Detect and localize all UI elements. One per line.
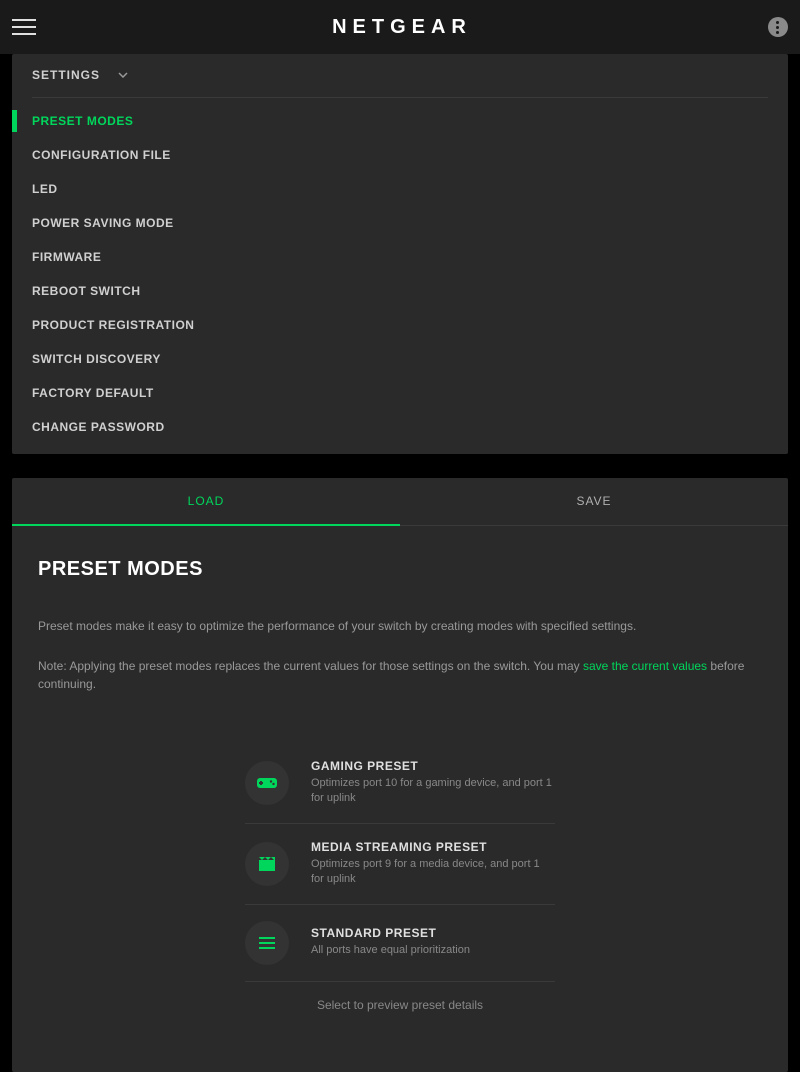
preset-title: GAMING PRESET xyxy=(311,759,555,773)
preset-list: GAMING PRESET Optimizes port 10 for a gam… xyxy=(245,743,555,1012)
preset-footer: Select to preview preset details xyxy=(245,982,555,1012)
nav-item-product-registration[interactable]: PRODUCT REGISTRATION xyxy=(12,308,788,342)
preset-text: MEDIA STREAMING PRESET Optimizes port 9 f… xyxy=(311,840,555,888)
gamepad-icon xyxy=(245,761,289,805)
chevron-down-icon xyxy=(118,70,128,81)
preset-desc: All ports have equal prioritization xyxy=(311,943,555,958)
preset-desc: Optimizes port 10 for a gaming device, a… xyxy=(311,776,555,807)
nav-item-preset-modes[interactable]: PRESET MODES xyxy=(12,104,788,138)
content-panel: LOAD SAVE PRESET MODES Preset modes make… xyxy=(12,478,788,1072)
preset-title: MEDIA STREAMING PRESET xyxy=(311,840,555,854)
app-header: NETGEAR xyxy=(0,0,800,54)
note-prefix: Note: Applying the preset modes replaces… xyxy=(38,659,583,673)
preset-item-media-streaming-preset[interactable]: MEDIA STREAMING PRESET Optimizes port 9 f… xyxy=(245,824,555,905)
preset-text: GAMING PRESET Optimizes port 10 for a gam… xyxy=(311,759,555,807)
note-text: Note: Applying the preset modes replaces… xyxy=(38,657,762,693)
preset-desc: Optimizes port 9 for a media device, and… xyxy=(311,857,555,888)
page-title: PRESET MODES xyxy=(38,558,762,581)
lines-icon xyxy=(245,921,289,965)
menu-icon[interactable] xyxy=(12,15,36,39)
settings-label: SETTINGS xyxy=(32,68,100,82)
nav-item-led[interactable]: LED xyxy=(12,172,788,206)
preset-item-gaming-preset[interactable]: GAMING PRESET Optimizes port 10 for a gam… xyxy=(245,743,555,824)
nav-item-change-password[interactable]: CHANGE PASSWORD xyxy=(12,410,788,444)
nav-item-configuration-file[interactable]: CONFIGURATION FILE xyxy=(12,138,788,172)
nav-item-switch-discovery[interactable]: SWITCH DISCOVERY xyxy=(12,342,788,376)
nav-item-firmware[interactable]: FIRMWARE xyxy=(12,240,788,274)
nav-item-reboot-switch[interactable]: REBOOT SWITCH xyxy=(12,274,788,308)
settings-section-header[interactable]: SETTINGS xyxy=(12,54,788,97)
movie-icon xyxy=(245,842,289,886)
settings-panel: SETTINGS PRESET MODESCONFIGURATION FILEL… xyxy=(12,54,788,454)
tabs: LOAD SAVE xyxy=(12,478,788,526)
preset-title: STANDARD PRESET xyxy=(311,926,555,940)
intro-text: Preset modes make it easy to optimize th… xyxy=(38,617,762,635)
tab-save[interactable]: SAVE xyxy=(400,478,788,526)
settings-nav-list: PRESET MODESCONFIGURATION FILELEDPOWER S… xyxy=(12,98,788,444)
tab-load[interactable]: LOAD xyxy=(12,478,400,526)
nav-item-power-saving-mode[interactable]: POWER SAVING MODE xyxy=(12,206,788,240)
brand-logo: NETGEAR xyxy=(332,16,472,39)
preset-item-standard-preset[interactable]: STANDARD PRESET All ports have equal prio… xyxy=(245,905,555,982)
preset-text: STANDARD PRESET All ports have equal prio… xyxy=(311,926,555,958)
content-body: PRESET MODES Preset modes make it easy t… xyxy=(12,526,788,1032)
more-vert-icon[interactable] xyxy=(768,17,788,37)
save-current-values-link[interactable]: save the current values xyxy=(583,659,707,673)
nav-item-factory-default[interactable]: FACTORY DEFAULT xyxy=(12,376,788,410)
